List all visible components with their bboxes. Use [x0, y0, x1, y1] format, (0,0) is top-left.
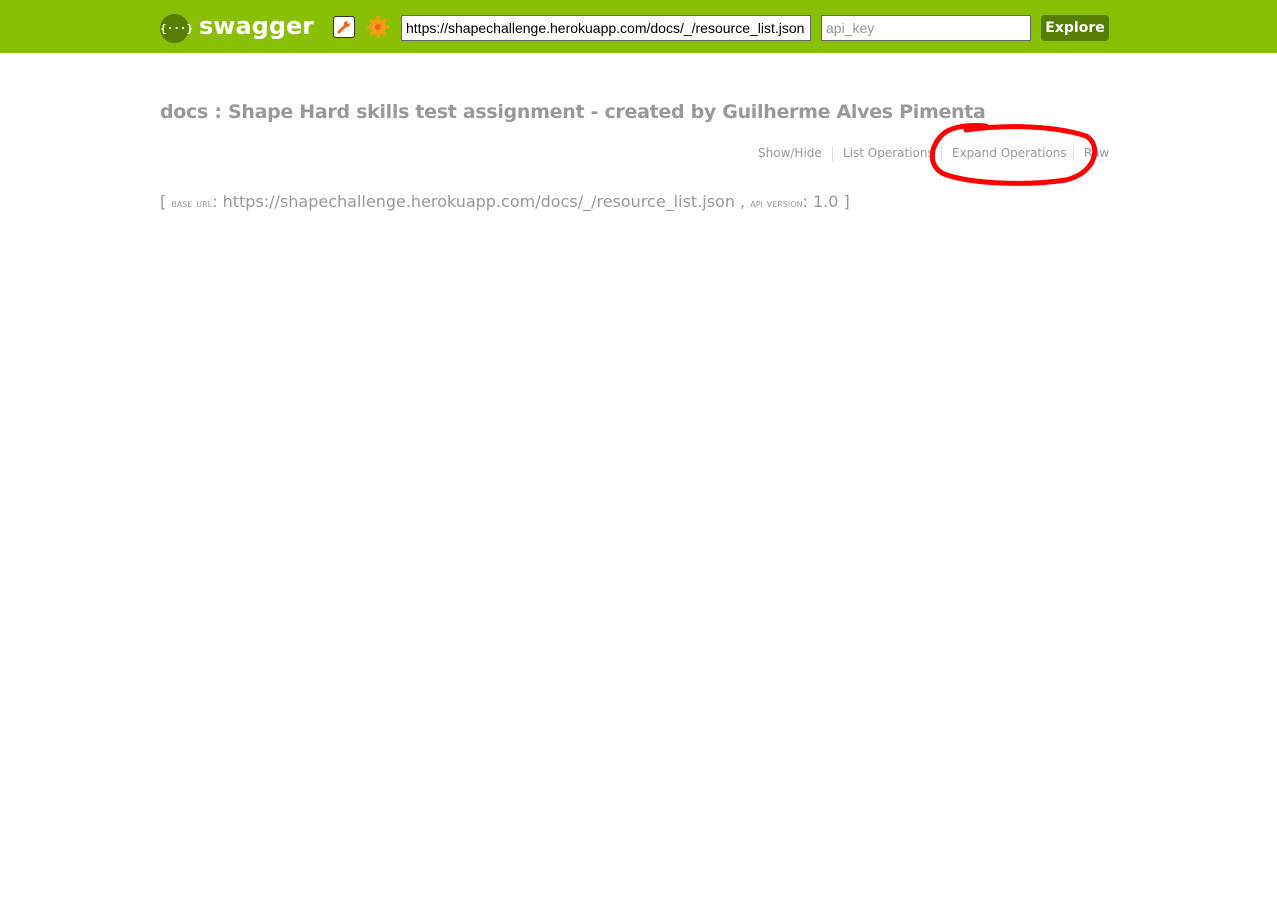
show-hide-link[interactable]: Show/Hide	[758, 143, 822, 163]
api-key-input[interactable]	[821, 15, 1031, 41]
api-version-label: api version	[750, 196, 803, 210]
list-operations-link[interactable]: List Operations	[843, 143, 934, 163]
page-title: docs : Shape Hard skills test assignment…	[160, 101, 986, 123]
wrench-icon[interactable]	[333, 16, 355, 38]
base-url-value: https://shapechallenge.herokuapp.com/doc…	[222, 192, 735, 211]
top-bar: {···} swagger Explore	[0, 0, 1277, 53]
separator	[832, 146, 833, 161]
gear-icon[interactable]	[366, 15, 390, 39]
red-annotation-circle	[929, 123, 1098, 186]
base-url-label: base url	[171, 196, 213, 210]
spec-url-input[interactable]	[401, 15, 811, 41]
api-version-value: 1.0	[813, 192, 839, 211]
swagger-logo-icon[interactable]: {···}	[160, 14, 193, 43]
swagger-logo-text[interactable]: swagger	[199, 10, 314, 42]
base-url-line: [ base url: https://shapechallenge.herok…	[160, 192, 850, 211]
explore-button[interactable]: Explore	[1041, 15, 1109, 41]
